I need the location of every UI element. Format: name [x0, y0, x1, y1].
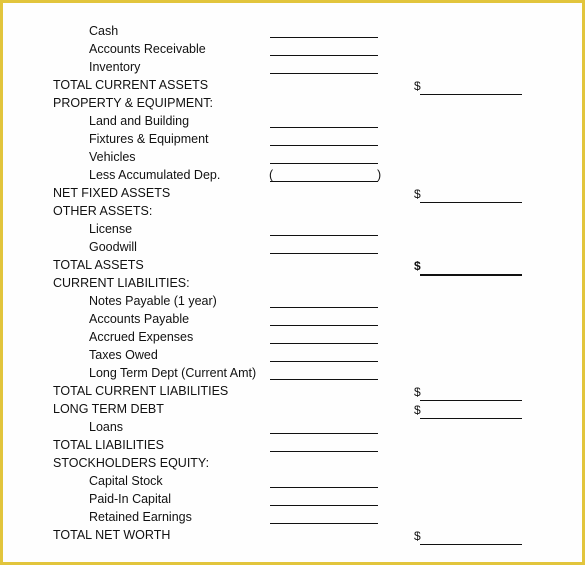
balance-row: Taxes Owed — [3, 347, 582, 365]
amount-entry-line[interactable] — [270, 487, 378, 488]
balance-row: TOTAL ASSETS $ — [3, 257, 582, 276]
amount-entry-line[interactable] — [270, 163, 378, 164]
balance-row: Fixtures & Equipment — [3, 131, 582, 149]
amount-entry-line[interactable] — [270, 505, 378, 506]
row-label: Accounts Receivable — [89, 42, 206, 56]
row-label: LONG TERM DEBT — [53, 402, 164, 416]
amount-entry-line[interactable] — [270, 433, 378, 434]
amount-entry-line[interactable] — [270, 451, 378, 452]
amount-entry-line[interactable] — [270, 361, 378, 362]
row-label: Notes Payable (1 year) — [89, 294, 217, 308]
amount-entry-line[interactable] — [270, 253, 378, 254]
row-label: Retained Earnings — [89, 510, 192, 524]
balance-row: LONG TERM DEBT $ — [3, 401, 582, 419]
balance-row: OTHER ASSETS: — [3, 203, 582, 221]
balance-row: TOTAL LIABILITIES — [3, 437, 582, 455]
amount-entry-line[interactable] — [270, 145, 378, 146]
balance-row: Less Accumulated Dep. () — [3, 167, 582, 185]
row-label: Paid-In Capital — [89, 492, 171, 506]
balance-row: Loans — [3, 419, 582, 437]
row-label: Land and Building — [89, 114, 190, 128]
row-label: Long Term Dept (Current Amt) — [89, 366, 257, 380]
row-label: CURRENT LIABILITIES: — [53, 276, 190, 290]
dollar-sign: $ — [414, 403, 421, 417]
amount-entry-line[interactable] — [270, 307, 378, 308]
balance-row: STOCKHOLDERS EQUITY: — [3, 455, 582, 473]
amount-entry-line[interactable] — [270, 55, 378, 56]
dollar-sign: $ — [414, 385, 421, 399]
dollar-sign: $ — [414, 259, 421, 273]
row-label: TOTAL CURRENT LIABILITIES — [53, 384, 229, 398]
row-label: TOTAL ASSETS — [53, 258, 144, 272]
row-label: Inventory — [89, 60, 141, 74]
row-label: Less Accumulated Dep. — [89, 168, 221, 182]
total-entry-line[interactable] — [420, 544, 522, 545]
amount-entry-line[interactable] — [270, 37, 378, 38]
balance-row: Goodwill — [3, 239, 582, 257]
amount-entry-line[interactable] — [270, 235, 378, 236]
balance-row: Land and Building — [3, 113, 582, 131]
dollar-sign: $ — [414, 79, 421, 93]
amount-entry-line[interactable] — [270, 343, 378, 344]
row-label: Goodwill — [89, 240, 137, 254]
balance-row: Accounts Receivable — [3, 41, 582, 59]
open-parenthesis: ( — [269, 168, 274, 182]
amount-entry-line[interactable] — [270, 127, 378, 128]
balance-row: Inventory — [3, 59, 582, 77]
close-parenthesis: ) — [377, 168, 382, 182]
balance-row: Retained Earnings — [3, 509, 582, 527]
balance-row: TOTAL NET WORTH $ — [3, 527, 582, 545]
balance-row: CURRENT LIABILITIES: — [3, 275, 582, 293]
row-label: License — [89, 222, 133, 236]
amount-entry-line[interactable] — [270, 181, 378, 182]
row-label: Taxes Owed — [89, 348, 158, 362]
balance-row: TOTAL CURRENT ASSETS $ — [3, 77, 582, 95]
row-label: Vehicles — [89, 150, 136, 164]
balance-row: Capital Stock — [3, 473, 582, 491]
row-label: Loans — [89, 420, 124, 434]
row-label: PROPERTY & EQUIPMENT: — [53, 96, 213, 110]
row-label: TOTAL NET WORTH — [53, 528, 171, 542]
row-label: Accrued Expenses — [89, 330, 194, 344]
balance-row: Notes Payable (1 year) — [3, 293, 582, 311]
balance-row: PROPERTY & EQUIPMENT: — [3, 95, 582, 113]
row-label: Cash — [89, 24, 119, 38]
balance-row: Cash — [3, 23, 582, 41]
balance-row: License — [3, 221, 582, 239]
dollar-sign: $ — [414, 187, 421, 201]
row-label: OTHER ASSETS: — [53, 204, 153, 218]
dollar-sign: $ — [414, 529, 421, 543]
row-label: Capital Stock — [89, 474, 163, 488]
balance-row: Long Term Dept (Current Amt) — [3, 365, 582, 383]
row-label: Fixtures & Equipment — [89, 132, 209, 146]
balance-row: NET FIXED ASSETS $ — [3, 185, 582, 203]
amount-entry-line[interactable] — [270, 523, 378, 524]
balance-row: TOTAL CURRENT LIABILITIES $ — [3, 383, 582, 401]
amount-entry-line[interactable] — [270, 73, 378, 74]
amount-entry-line[interactable] — [270, 325, 378, 326]
row-label: TOTAL CURRENT ASSETS — [53, 78, 209, 92]
amount-entry-line[interactable] — [270, 379, 378, 380]
balance-row: Accrued Expenses — [3, 329, 582, 347]
row-label: NET FIXED ASSETS — [53, 186, 171, 200]
balance-row: Vehicles — [3, 149, 582, 167]
row-label: STOCKHOLDERS EQUITY: — [53, 456, 210, 470]
row-label: TOTAL LIABILITIES — [53, 438, 164, 452]
balance-sheet-page: Cash Accounts Receivable Inventory TOTAL CU… — [3, 3, 582, 562]
row-label: Accounts Payable — [89, 312, 190, 326]
balance-row: Paid-In Capital — [3, 491, 582, 509]
balance-row: Accounts Payable — [3, 311, 582, 329]
